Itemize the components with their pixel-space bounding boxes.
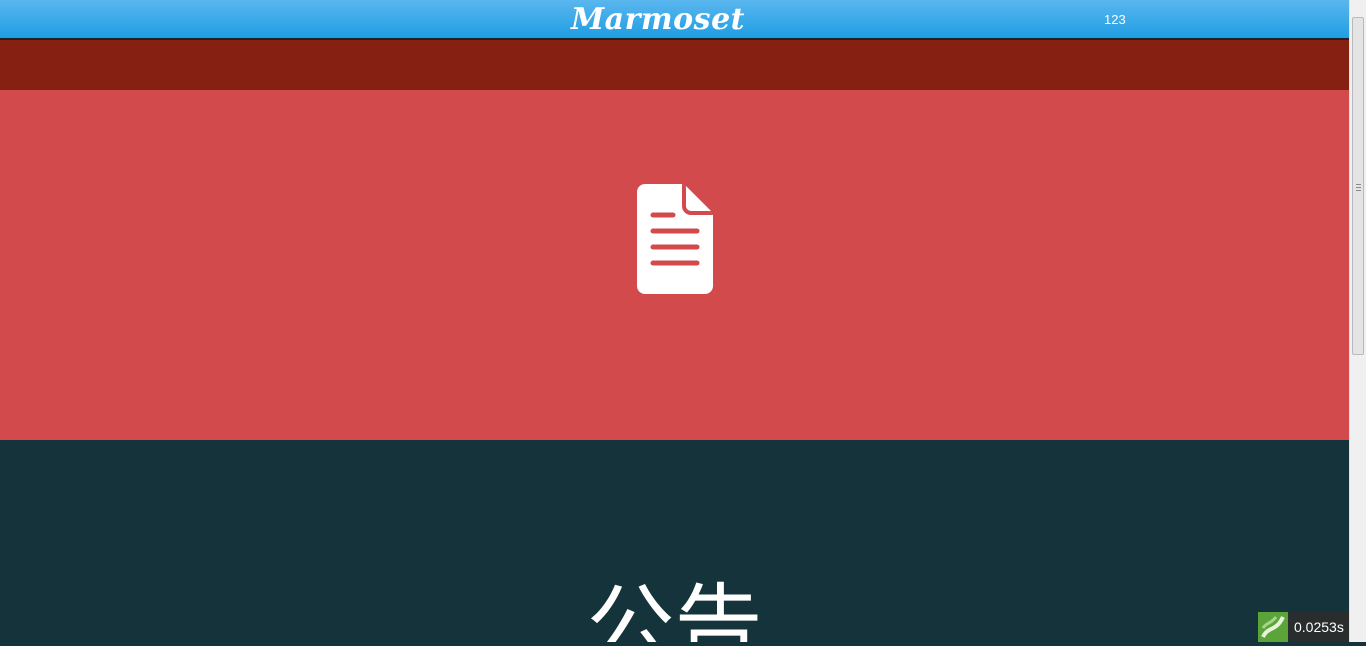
debug-timer-badge[interactable]: 0.0253s — [1258, 612, 1349, 642]
logo-icon — [1258, 612, 1288, 642]
announcement-section: 公告 — [0, 440, 1349, 642]
grip-icon — [1356, 184, 1361, 191]
vertical-scrollbar[interactable] — [1349, 0, 1366, 642]
scrollbar-thumb[interactable] — [1352, 17, 1364, 355]
timer-value: 0.0253s — [1294, 619, 1344, 635]
document-icon — [637, 184, 713, 294]
section-heading: 公告 — [586, 574, 763, 643]
top-navbar: Marmoset 123 — [0, 0, 1349, 40]
user-menu[interactable]: 123 — [1104, 12, 1126, 27]
subheader-band — [0, 40, 1349, 90]
hero-banner — [0, 90, 1349, 440]
